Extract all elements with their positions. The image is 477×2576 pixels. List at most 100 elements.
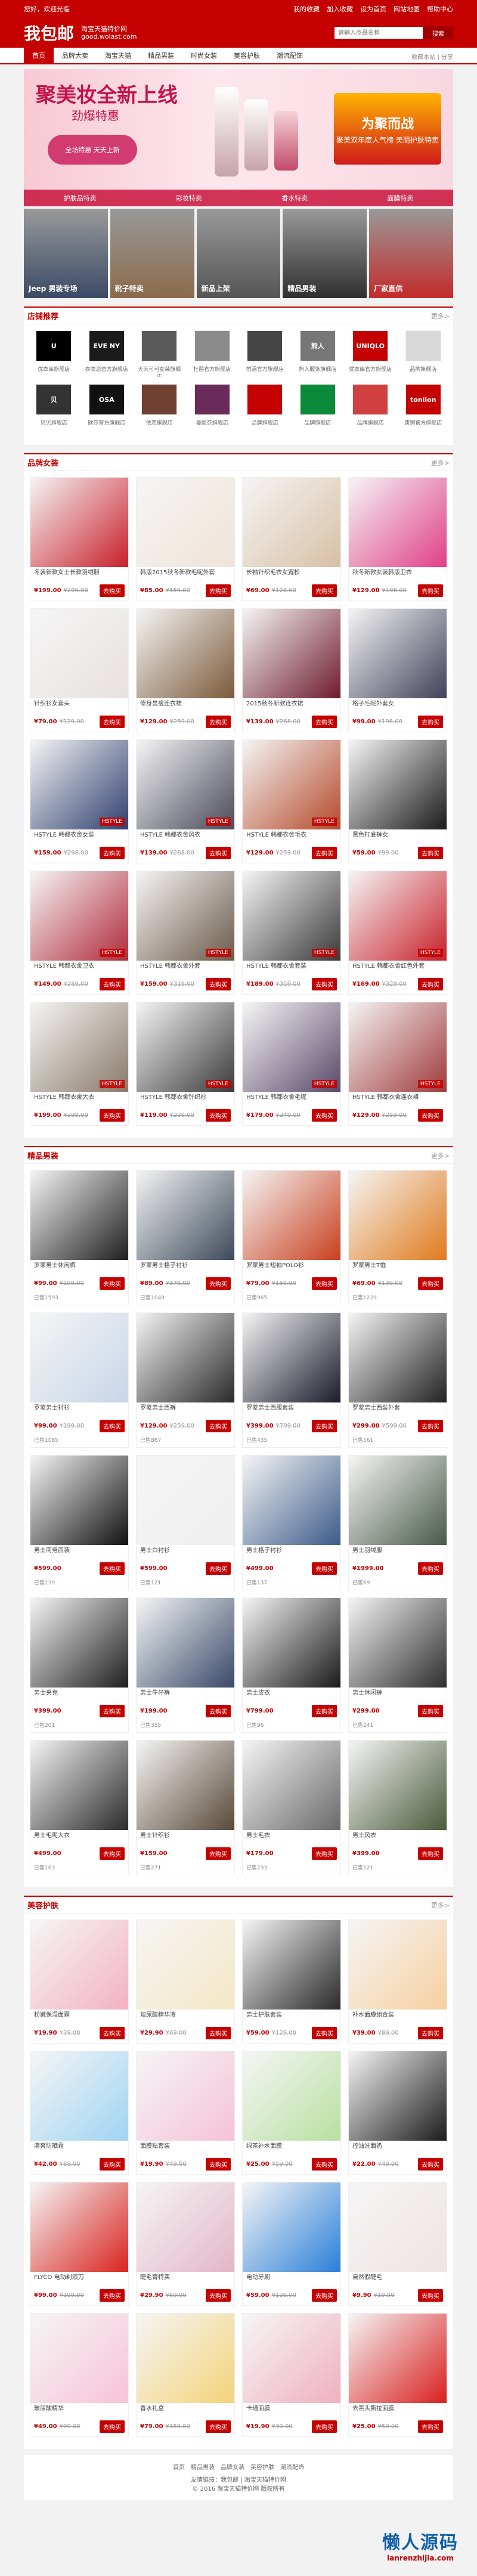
product-card[interactable]: 长袖针织毛衣女宽松 ¥69.00 ¥128.00 去购买 [242, 477, 341, 601]
product-image[interactable] [243, 609, 340, 698]
search-input[interactable] [334, 26, 423, 39]
footer-link[interactable]: 品牌女装 [221, 2462, 244, 2471]
product-title[interactable]: 面膜贴套装 [137, 2141, 234, 2156]
product-card[interactable]: 玻尿酸精华液 ¥29.90 ¥69.00 去购买 [136, 1919, 235, 2044]
product-card[interactable]: 冬装新款女士长款羽绒服 ¥199.00 ¥299.00 去购买 [30, 477, 129, 601]
product-card[interactable]: 罗蒙男士T恤 ¥69.00 ¥139.00 去购买 已售1229 [348, 1170, 447, 1305]
top-link[interactable]: 加入收藏 [327, 4, 353, 14]
brand-item[interactable]: 品牌旗舰店 [241, 384, 289, 433]
product-title[interactable]: 去黑头撕拉面膜 [349, 2403, 447, 2419]
product-title[interactable]: 男士风衣 [349, 1830, 447, 1846]
product-card[interactable]: 粉嫩保湿面霜 ¥19.90 ¥39.00 去购买 [30, 1919, 129, 2044]
buy-button[interactable]: 去购买 [206, 1109, 231, 1122]
site-logo[interactable]: 我包邮 [24, 21, 74, 45]
product-card[interactable]: HSTYLE HSTYLE 韩都衣舍连衣裙 ¥129.00 ¥259.00 去购买 [348, 1002, 447, 1126]
top-link[interactable]: 网站地图 [394, 4, 420, 14]
product-card[interactable]: 男士皮衣 ¥799.00 去购买 已售96 [242, 1597, 341, 1733]
product-title[interactable]: HSTYLE 韩都衣舍毛衣 [243, 829, 340, 845]
product-card[interactable]: 罗蒙男士西裤 ¥129.00 ¥259.00 去购买 已售867 [136, 1312, 235, 1448]
nav-item[interactable]: 潮流配饰 [268, 48, 311, 64]
product-card[interactable]: HSTYLE HSTYLE 韩都衣舍卫衣 ¥149.00 ¥289.00 去购买 [30, 871, 129, 995]
product-image[interactable] [349, 1313, 447, 1402]
brand-item[interactable]: 品牌旗舰店 [294, 384, 342, 433]
product-card[interactable]: HSTYLE HSTYLE 韩都衣舍套装 ¥189.00 ¥359.00 去购买 [242, 871, 341, 995]
strip-item[interactable]: 面膜特卖 [387, 193, 413, 203]
product-card[interactable]: 男士格子衬衫 ¥499.00 去购买 已售137 [242, 1455, 341, 1590]
product-image[interactable] [137, 1171, 234, 1260]
footer-link[interactable]: 美容护肤 [250, 2462, 274, 2471]
product-card[interactable]: 绿茶补水面膜 ¥25.00 ¥59.00 去购买 [242, 2051, 341, 2175]
product-card[interactable]: 男士商务西装 ¥599.00 去购买 已售139 [30, 1455, 129, 1590]
product-card[interactable]: 男士羽绒服 ¥1999.00 去购买 已售69 [348, 1455, 447, 1590]
buy-button[interactable]: 去购买 [418, 2420, 443, 2433]
brand-item[interactable]: 品牌旗舰店 [399, 330, 448, 379]
product-image[interactable] [243, 2182, 340, 2272]
buy-button[interactable]: 去购买 [418, 2158, 443, 2171]
product-card[interactable]: FLYCO 电动剃须刀 ¥99.00 ¥199.00 去购买 [30, 2182, 129, 2306]
product-title[interactable]: 清爽防晒霜 [30, 2141, 128, 2156]
buy-button[interactable]: 去购买 [206, 1705, 231, 1717]
product-title[interactable]: 韩版2015秋冬新款毛呢外套 [137, 567, 234, 583]
product-image[interactable] [137, 2182, 234, 2272]
product-title[interactable]: 罗蒙男士T恤 [349, 1260, 447, 1275]
buy-button[interactable]: 去购买 [206, 1847, 231, 1860]
product-title[interactable]: HSTYLE 韩都衣舍毛呢 [243, 1092, 340, 1107]
product-title[interactable]: 补水面膜组合装 [349, 2010, 447, 2025]
buy-button[interactable]: 去购买 [100, 716, 125, 728]
more-link[interactable]: 更多> [431, 311, 450, 321]
product-image[interactable] [30, 1741, 128, 1830]
buy-button[interactable]: 去购买 [418, 1705, 443, 1717]
product-card[interactable]: 男士针织衫 ¥159.00 去购买 已售271 [136, 1740, 235, 1875]
buy-button[interactable]: 去购买 [206, 1562, 231, 1575]
product-image[interactable]: HSTYLE [349, 1002, 447, 1092]
product-image[interactable] [30, 1313, 128, 1402]
product-title[interactable]: HSTYLE 韩都衣舍连衣裙 [349, 1092, 447, 1107]
product-card[interactable]: 男士毛呢大衣 ¥499.00 去购买 已售163 [30, 1740, 129, 1875]
buy-button[interactable]: 去购买 [100, 1562, 125, 1575]
product-image[interactable]: HSTYLE [243, 740, 340, 829]
brand-item[interactable]: U 优衣库旗舰店 [30, 330, 78, 379]
brand-item[interactable]: 悦涵官方旗舰店 [241, 330, 289, 379]
promo-tile[interactable]: 靴子特卖 [110, 209, 194, 298]
product-title[interactable]: HSTYLE 韩都衣舍女装 [30, 829, 128, 845]
product-image[interactable] [243, 478, 340, 567]
product-card[interactable]: 补水面膜组合装 ¥39.00 ¥89.00 去购买 [348, 1919, 447, 2044]
product-image[interactable] [137, 609, 234, 698]
brand-item[interactable]: 依恋旗舰店 [135, 384, 184, 433]
product-image[interactable] [243, 2051, 340, 2141]
product-title[interactable]: 针织衫女套头 [30, 698, 128, 714]
buy-button[interactable]: 去购买 [312, 1705, 337, 1717]
product-image[interactable] [137, 1741, 234, 1830]
product-image[interactable] [137, 2314, 234, 2403]
product-title[interactable]: 男士夹克 [30, 1688, 128, 1703]
product-title[interactable]: 冬装新款女士长款羽绒服 [30, 567, 128, 583]
buy-button[interactable]: 去购买 [418, 1109, 443, 1122]
buy-button[interactable]: 去购买 [418, 847, 443, 859]
top-link[interactable]: 我的收藏 [293, 4, 320, 14]
product-title[interactable]: 男士格子衬衫 [243, 1545, 340, 1561]
product-card[interactable]: 男士牛仔裤 ¥199.00 去购买 已售355 [136, 1597, 235, 1733]
banner-ad[interactable]: 为聚而战 聚美双年度人气榜 美丽护肤特卖 [334, 93, 441, 165]
nav-item-home[interactable]: 首页 [24, 48, 54, 64]
buy-button[interactable]: 去购买 [100, 1420, 125, 1432]
product-card[interactable]: HSTYLE HSTYLE 韩都衣舍毛呢 ¥179.00 ¥349.00 去购买 [242, 1002, 341, 1126]
buy-button[interactable]: 去购买 [206, 978, 231, 990]
product-image[interactable]: HSTYLE [137, 1002, 234, 1092]
product-image[interactable]: HSTYLE [30, 1002, 128, 1092]
product-title[interactable]: 罗蒙男士休闲裤 [30, 1260, 128, 1275]
product-card[interactable]: 罗蒙男士西装外套 ¥299.00 ¥599.00 去购买 已售561 [348, 1312, 447, 1448]
product-title[interactable]: HSTYLE 韩都衣舍套装 [243, 961, 340, 976]
product-image[interactable] [137, 1456, 234, 1545]
nav-tools[interactable]: 收藏本站 | 分享 [411, 52, 453, 61]
promo-tile[interactable]: Jeep 男装专场 [24, 209, 108, 298]
more-link[interactable]: 更多> [431, 458, 450, 467]
product-image[interactable] [349, 609, 447, 698]
product-title[interactable]: 香水礼盒 [137, 2403, 234, 2419]
product-title[interactable]: 玻尿酸精华液 [137, 2010, 234, 2025]
buy-button[interactable]: 去购买 [100, 1109, 125, 1122]
product-title[interactable]: 男士白衬衫 [137, 1545, 234, 1561]
buy-button[interactable]: 去购买 [418, 1847, 443, 1860]
strip-item[interactable]: 香水特卖 [281, 193, 308, 203]
product-card[interactable]: 去黑头撕拉面膜 ¥25.00 ¥59.00 去购买 [348, 2313, 447, 2437]
product-title[interactable]: 男士牛仔裤 [137, 1688, 234, 1703]
